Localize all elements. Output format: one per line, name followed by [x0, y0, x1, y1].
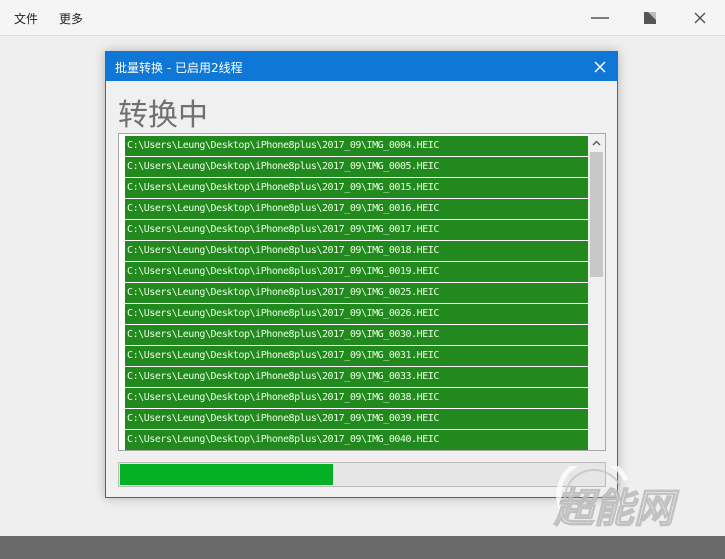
close-window-button[interactable] [685, 6, 715, 30]
list-item[interactable]: C:\Users\Leung\Desktop\iPhone8plus\2017_… [125, 241, 588, 261]
close-icon [594, 61, 606, 73]
watermark-text: 超能网 [553, 486, 680, 530]
restore-button[interactable] [635, 6, 665, 30]
app-menubar: 文件 更多 [0, 0, 725, 36]
scrollbar-thumb[interactable] [590, 152, 603, 277]
list-item[interactable]: C:\Users\Leung\Desktop\iPhone8plus\2017_… [125, 409, 588, 429]
list-item[interactable]: C:\Users\Leung\Desktop\iPhone8plus\2017_… [125, 325, 588, 345]
list-item[interactable]: C:\Users\Leung\Desktop\iPhone8plus\2017_… [125, 304, 588, 324]
progress-bar-fill [120, 464, 333, 485]
list-item[interactable]: C:\Users\Leung\Desktop\iPhone8plus\2017_… [125, 220, 588, 240]
status-bar [0, 536, 725, 559]
list-item[interactable]: C:\Users\Leung\Desktop\iPhone8plus\2017_… [125, 283, 588, 303]
dialog-title: 批量转换 - 已启用2线程 [115, 61, 243, 75]
list-item[interactable]: C:\Users\Leung\Desktop\iPhone8plus\2017_… [125, 178, 588, 198]
list-item[interactable]: C:\Users\Leung\Desktop\iPhone8plus\2017_… [125, 346, 588, 366]
file-list[interactable]: C:\Users\Leung\Desktop\iPhone8plus\2017_… [118, 133, 606, 451]
menu-more[interactable]: 更多 [59, 10, 83, 27]
batch-convert-dialog: 批量转换 - 已启用2线程 转换中 C:\Users\Leung\Desktop… [105, 51, 618, 498]
list-item[interactable]: C:\Users\Leung\Desktop\iPhone8plus\2017_… [125, 199, 588, 219]
minimize-icon [591, 17, 609, 19]
file-list-rows: C:\Users\Leung\Desktop\iPhone8plus\2017_… [125, 136, 588, 450]
status-heading: 转换中 [118, 98, 208, 133]
menu-file[interactable]: 文件 [14, 10, 38, 27]
watermark-logo: 超能网 [552, 466, 681, 530]
vertical-scrollbar[interactable] [588, 134, 605, 450]
dialog-close-button[interactable] [589, 56, 611, 78]
dialog-titlebar[interactable]: 批量转换 - 已启用2线程 [106, 52, 617, 81]
list-item[interactable]: C:\Users\Leung\Desktop\iPhone8plus\2017_… [125, 262, 588, 282]
list-item[interactable]: C:\Users\Leung\Desktop\iPhone8plus\2017_… [125, 430, 588, 450]
list-item[interactable]: C:\Users\Leung\Desktop\iPhone8plus\2017_… [125, 388, 588, 408]
close-icon [694, 12, 706, 24]
minimize-button[interactable] [585, 6, 615, 30]
scroll-up-button[interactable] [588, 134, 605, 151]
restore-icon [644, 12, 656, 24]
list-item[interactable]: C:\Users\Leung\Desktop\iPhone8plus\2017_… [125, 367, 588, 387]
list-item[interactable]: C:\Users\Leung\Desktop\iPhone8plus\2017_… [125, 157, 588, 177]
progress-bar [118, 462, 606, 487]
chevron-up-icon [592, 140, 601, 145]
list-item[interactable]: C:\Users\Leung\Desktop\iPhone8plus\2017_… [125, 136, 588, 156]
